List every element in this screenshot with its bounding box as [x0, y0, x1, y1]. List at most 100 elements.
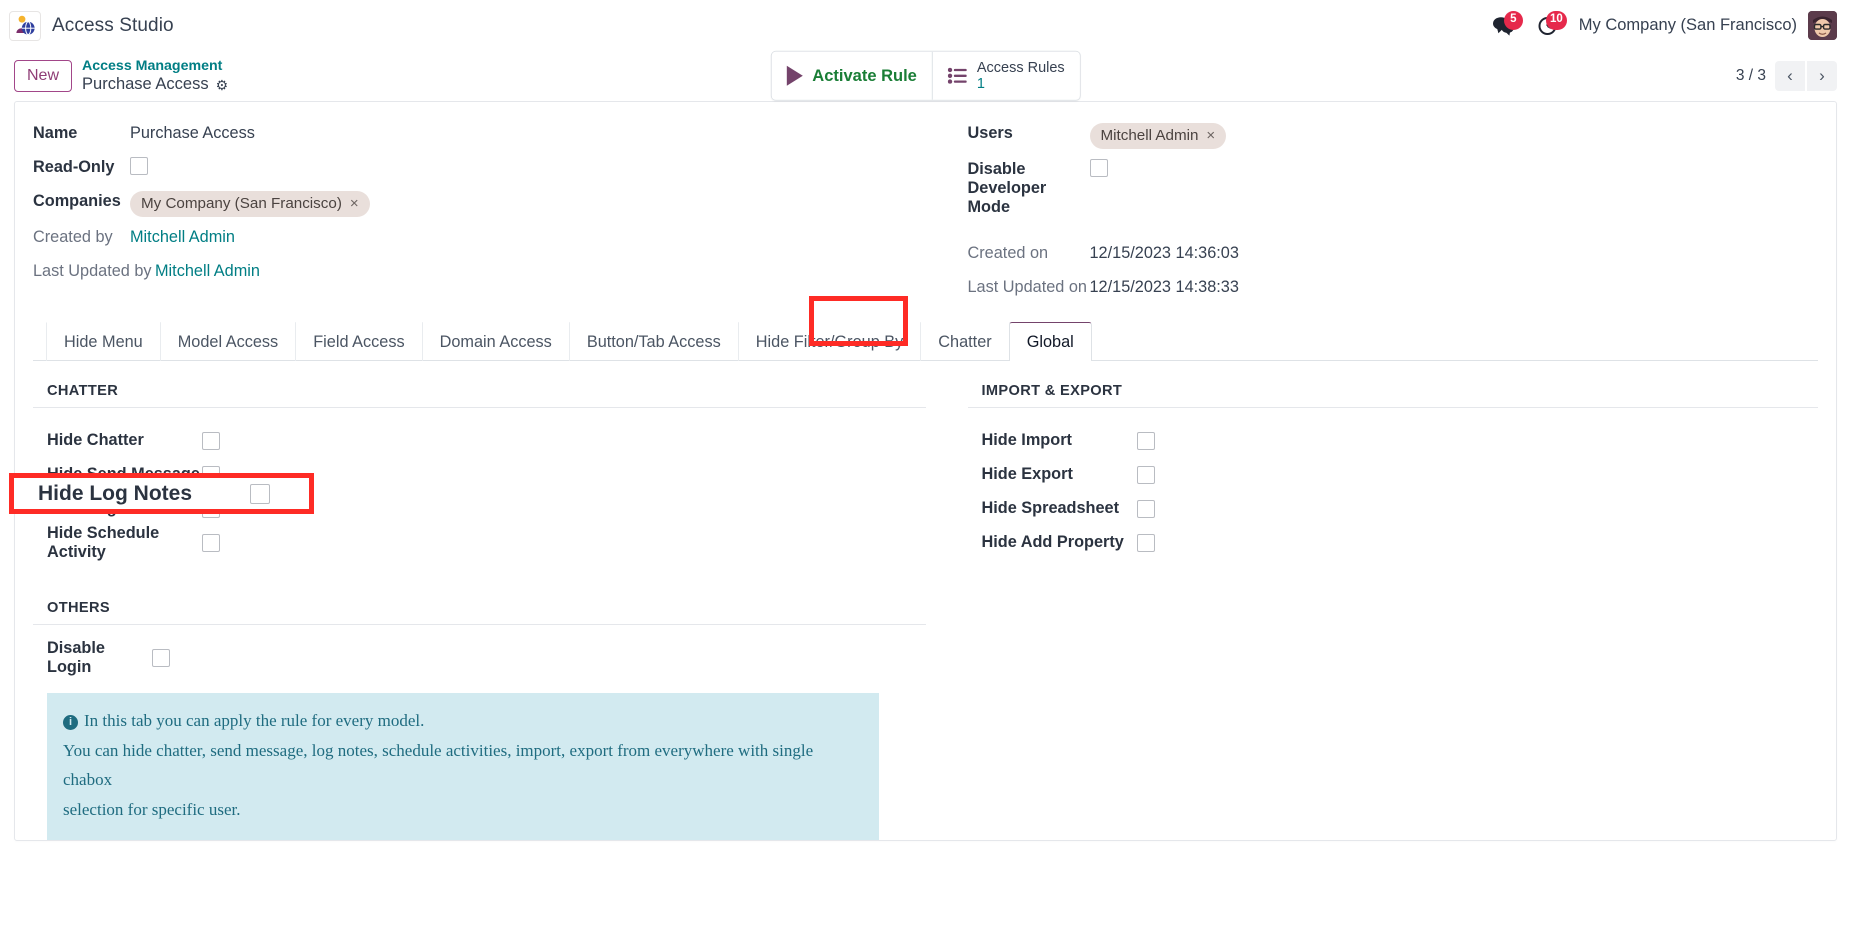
last-updated-on-value: 12/15/2023 14:38:33 — [1090, 277, 1239, 297]
field-row-disable-developer-mode: Disable Developer Mode — [968, 154, 1819, 222]
hide-spreadsheet-label: Hide Spreadsheet — [982, 499, 1137, 518]
form-column-right: Users Mitchell Admin × Disable Developer… — [926, 118, 1819, 306]
last-updated-by-label: Last Updated by — [33, 261, 155, 281]
created-by-value[interactable]: Mitchell Admin — [130, 227, 235, 247]
field-row-created-on: Created on 12/15/2023 14:36:03 — [968, 238, 1819, 272]
hide-log-notes-checkbox-zoomed[interactable] — [250, 484, 270, 504]
field-row-last-updated-by: Last Updated by Mitchell Admin — [33, 256, 926, 290]
group-import-export: IMPORT & EXPORT Hide Import Hide Export … — [926, 383, 1819, 840]
hide-chatter-label: Hide Chatter — [47, 431, 202, 450]
app-title: Access Studio — [52, 15, 174, 37]
notebook-page-global: CHATTER Hide Chatter Hide Send Message H… — [33, 361, 1818, 840]
name-label: Name — [33, 123, 130, 143]
activities-clock-icon[interactable]: 10 — [1526, 9, 1570, 43]
info-icon: i — [63, 715, 78, 730]
access-studio-logo-icon[interactable] — [9, 11, 41, 41]
hide-spreadsheet-checkbox[interactable] — [1137, 500, 1155, 518]
close-icon[interactable]: × — [1206, 126, 1215, 146]
control-panel-buttons: Activate Rule Access Rules 1 — [770, 51, 1080, 101]
pager-buttons: ‹ › — [1775, 61, 1837, 91]
group-import-export-title: IMPORT & EXPORT — [968, 383, 1819, 408]
disable-login-label: Disable Login — [47, 639, 152, 677]
name-input[interactable]: Purchase Access — [130, 123, 255, 143]
navbar-right-group: 5 10 My Company (San Francisco) — [1482, 9, 1837, 43]
hide-export-label: Hide Export — [982, 465, 1137, 484]
users-label: Users — [968, 123, 1090, 143]
read-only-checkbox[interactable] — [130, 157, 148, 175]
hide-import-checkbox[interactable] — [1137, 432, 1155, 450]
field-row-created-by: Created by Mitchell Admin — [33, 222, 926, 256]
activate-rule-label: Activate Rule — [812, 67, 917, 86]
avatar-glyph — [1808, 11, 1837, 40]
new-button[interactable]: New — [14, 60, 72, 91]
tab-field-access[interactable]: Field Access — [295, 322, 422, 361]
tab-hide-menu[interactable]: Hide Menu — [46, 322, 161, 361]
form-sheet-inner: Name Purchase Access Read-Only Companies… — [15, 102, 1836, 840]
notebook: Hide Menu Model Access Field Access Doma… — [33, 322, 1818, 840]
field-row-users: Users Mitchell Admin × — [968, 118, 1819, 154]
pager-next-button[interactable]: › — [1807, 61, 1837, 91]
hide-export-checkbox[interactable] — [1137, 466, 1155, 484]
activate-rule-button[interactable]: Activate Rule — [771, 52, 932, 100]
info-alert: i In this tab you can apply the rule for … — [47, 693, 879, 840]
alert-line-2: You can hide chatter, send message, log … — [63, 736, 863, 796]
gear-icon[interactable]: ⚙ — [216, 77, 229, 93]
avatar[interactable] — [1808, 11, 1837, 40]
row-hide-import: Hide Import — [968, 424, 1819, 458]
pager-previous-button[interactable]: ‹ — [1775, 61, 1805, 91]
alert-line-1-wrap: i In this tab you can apply the rule for … — [63, 706, 863, 736]
tab-model-access[interactable]: Model Access — [160, 322, 296, 361]
breadcrumb-current: Purchase Access ⚙ — [82, 75, 228, 94]
users-tag-label: Mitchell Admin — [1101, 126, 1199, 146]
users-tag[interactable]: Mitchell Admin × — [1090, 123, 1227, 149]
tab-hide-filter-group-by[interactable]: Hide Filter/Group By — [738, 322, 922, 361]
read-only-label: Read-Only — [33, 157, 130, 177]
access-rules-text: Access Rules 1 — [977, 60, 1065, 92]
hide-add-property-checkbox[interactable] — [1137, 534, 1155, 552]
hide-import-label: Hide Import — [982, 431, 1137, 450]
annotation-hide-log-notes-highlight: Hide Log Notes — [9, 473, 314, 514]
companies-tag[interactable]: My Company (San Francisco) × — [130, 191, 370, 217]
group-chatter-title: CHATTER — [33, 383, 926, 408]
logo-svg — [14, 15, 36, 36]
messages-icon[interactable]: 5 — [1482, 9, 1526, 43]
created-by-label: Created by — [33, 227, 130, 247]
row-hide-schedule-activity: Hide Schedule Activity — [33, 526, 926, 560]
row-hide-export: Hide Export — [968, 458, 1819, 492]
breadcrumb: Access Management Purchase Access ⚙ — [82, 58, 228, 94]
created-on-label: Created on — [968, 243, 1090, 263]
form-sheet: Name Purchase Access Read-Only Companies… — [14, 101, 1837, 841]
close-icon[interactable]: × — [350, 194, 359, 214]
company-switcher[interactable]: My Company (San Francisco) — [1570, 16, 1808, 35]
tab-chatter[interactable]: Chatter — [920, 322, 1009, 361]
disable-developer-mode-checkbox[interactable] — [1090, 159, 1108, 177]
top-navbar: Access Studio 5 10 My Company (San Franc… — [0, 0, 1851, 51]
pager-value[interactable]: 3 / 3 — [1736, 67, 1766, 85]
access-rules-button[interactable]: Access Rules 1 — [932, 52, 1080, 100]
breadcrumb-parent-link[interactable]: Access Management — [82, 58, 228, 74]
hide-schedule-activity-label: Hide Schedule Activity — [47, 524, 202, 562]
field-row-name: Name Purchase Access — [33, 118, 926, 152]
messages-count-badge: 5 — [1504, 11, 1523, 30]
tab-global[interactable]: Global — [1009, 322, 1092, 361]
global-groups: CHATTER Hide Chatter Hide Send Message H… — [33, 383, 1818, 840]
alert-line-3: selection for specific user. — [63, 795, 863, 825]
hide-chatter-checkbox[interactable] — [202, 432, 220, 450]
access-rules-count: 1 — [977, 76, 1065, 92]
group-chatter: CHATTER Hide Chatter Hide Send Message H… — [33, 383, 926, 840]
row-disable-login: Disable Login — [33, 641, 926, 675]
disable-developer-mode-label: Disable Developer Mode — [968, 159, 1090, 217]
companies-label: Companies — [33, 191, 130, 211]
control-panel-left: New Access Management Purchase Access ⚙ — [14, 58, 228, 94]
hide-schedule-activity-checkbox[interactable] — [202, 534, 220, 552]
disable-login-checkbox[interactable] — [152, 649, 170, 667]
control-panel-right: 3 / 3 ‹ › — [1736, 61, 1837, 91]
hide-add-property-label: Hide Add Property — [982, 533, 1137, 552]
last-updated-by-value[interactable]: Mitchell Admin — [155, 261, 260, 281]
created-on-value: 12/15/2023 14:36:03 — [1090, 243, 1239, 263]
tab-domain-access[interactable]: Domain Access — [422, 322, 570, 361]
tab-button-tab-access[interactable]: Button/Tab Access — [569, 322, 739, 361]
alert-line-1: In this tab you can apply the rule for e… — [84, 711, 424, 730]
field-row-last-updated-on: Last Updated on 12/15/2023 14:38:33 — [968, 272, 1819, 306]
annotation-hide-log-notes-label: Hide Log Notes — [38, 482, 250, 506]
